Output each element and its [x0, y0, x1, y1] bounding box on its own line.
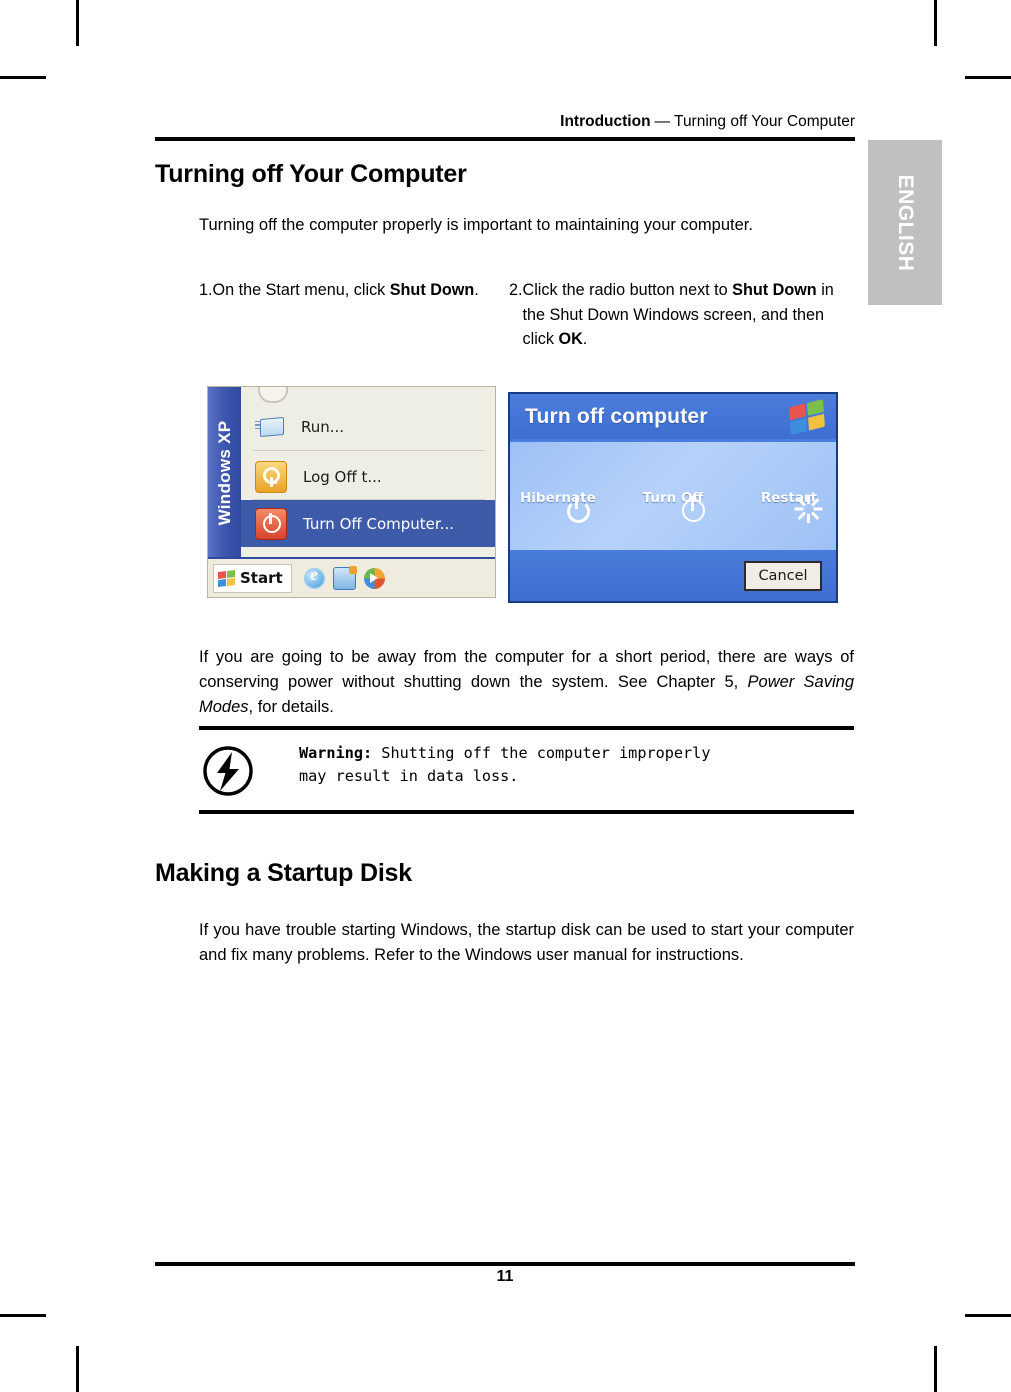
start-menu-brand-sidebar: Windows XP: [208, 387, 241, 559]
language-side-tab: ENGLISH: [868, 140, 942, 305]
restart-option[interactable]: Restart: [752, 490, 826, 523]
running-header: Introduction — Turning off Your Computer: [155, 112, 855, 132]
start-menu-panel: Run... Log Off t... Turn Off Computer...: [241, 387, 495, 559]
crop-mark-top-right-vertical: [934, 0, 937, 46]
start-menu-brand-label: Windows XP: [214, 420, 234, 526]
dialog-options-panel: Hibernate Turn Off Restart: [510, 442, 836, 554]
start-button-label: Start: [240, 569, 283, 587]
turn-off-option[interactable]: Turn Off: [636, 490, 710, 522]
start-menu-item-run-label: Run...: [301, 417, 345, 436]
language-side-tab-label: ENGLISH: [894, 174, 917, 271]
start-menu-item-log-off[interactable]: Log Off t...: [241, 453, 495, 500]
crop-mark-top-left-horizontal: [0, 76, 46, 79]
hibernate-option[interactable]: Hibernate: [520, 490, 596, 523]
warning-callout: Warning: Shutting off the computer impro…: [199, 726, 854, 814]
dialog-title: Turn off computer: [525, 404, 708, 428]
crop-mark-bottom-right-horizontal: [965, 1314, 1011, 1317]
crop-mark-top-left-vertical: [76, 0, 79, 46]
start-menu-partial-row: [241, 387, 495, 403]
step-2-text-before: Click the radio button next to: [522, 281, 733, 299]
partial-item-icon: [258, 387, 288, 403]
step-2-bold-term-2: OK: [558, 330, 583, 348]
warning-bottom-rule: [199, 810, 854, 814]
crop-mark-top-right-horizontal: [965, 76, 1011, 79]
numbered-steps-list: 1. On the Start menu, click Shut Down. 2…: [199, 278, 854, 352]
page-title-startup-disk: Making a Startup Disk: [155, 859, 412, 887]
crop-mark-bottom-right-vertical: [934, 1346, 937, 1392]
start-menu-item-run[interactable]: Run...: [241, 403, 495, 450]
intro-paragraph: Turning off the computer properly is imp…: [199, 216, 753, 234]
warning-line-2: may result in data loss.: [299, 767, 519, 785]
page-number: 11: [496, 1268, 514, 1285]
dialog-footer: Cancel: [510, 550, 836, 601]
header-section-name: Introduction: [560, 113, 651, 130]
power-saving-text-2: , for details.: [248, 698, 334, 716]
crop-mark-bottom-left-vertical: [76, 1346, 79, 1392]
warning-icon-wrapper: [199, 742, 257, 798]
show-desktop-icon[interactable]: [332, 565, 357, 590]
header-topic: Turning off Your Computer: [674, 113, 855, 130]
warning-content: Warning: Shutting off the computer impro…: [199, 730, 854, 810]
step-1-text-after: .: [474, 281, 479, 299]
step-1: 1. On the Start menu, click Shut Down.: [199, 278, 509, 352]
step-1-text: On the Start menu, click Shut Down.: [213, 278, 509, 303]
start-menu-item-turn-off-computer-label: Turn Off Computer...: [303, 514, 454, 533]
figure-start-menu-screenshot: Windows XP Run... Log Off t... Turn Off …: [207, 386, 496, 598]
step-2-number: 2.: [509, 281, 523, 299]
start-button[interactable]: Start: [213, 563, 292, 593]
power-icon: [255, 507, 287, 540]
figure-turn-off-dialog-screenshot: Turn off computer Hibernate Turn Off Res…: [508, 392, 838, 603]
start-menu-item-log-off-label: Log Off t...: [303, 467, 382, 486]
key-icon: [255, 460, 287, 493]
warning-line-1: Shutting off the computer improperly: [372, 744, 711, 762]
document-page: Introduction — Turning off Your Computer E…: [0, 0, 1011, 1392]
step-2: 2. Click the radio button next to Shut D…: [509, 278, 854, 352]
windows-media-player-icon[interactable]: [363, 567, 385, 589]
header-rule: [155, 137, 855, 141]
internet-explorer-icon[interactable]: [303, 565, 325, 589]
run-icon: [255, 412, 285, 442]
warning-text: Warning: Shutting off the computer impro…: [257, 742, 710, 788]
step-1-number: 1.: [199, 281, 213, 299]
start-menu-item-turn-off-computer[interactable]: Turn Off Computer...: [241, 500, 495, 547]
start-menu-separator-1: [253, 450, 485, 451]
cancel-button[interactable]: Cancel: [744, 560, 822, 591]
windows-flag-logo-icon: [789, 398, 825, 435]
page-title-turning-off: Turning off Your Computer: [155, 160, 467, 188]
dialog-title-bar: Turn off computer: [510, 394, 836, 439]
windows-flag-icon: [218, 569, 235, 587]
power-saving-paragraph: If you are going to be away from the com…: [199, 645, 854, 720]
step-2-bold-term: Shut Down: [732, 281, 817, 299]
header-dash: —: [654, 113, 671, 130]
step-1-text-before: On the Start menu, click: [212, 281, 390, 299]
step-2-text-after: .: [582, 330, 588, 348]
taskbar: Start: [208, 557, 495, 597]
step-2-text: Click the radio button next to Shut Down…: [523, 278, 854, 352]
warning-label: Warning:: [299, 744, 373, 762]
quick-launch-bar: [303, 565, 385, 590]
crop-mark-bottom-left-horizontal: [0, 1314, 46, 1317]
footer-rule: [155, 1262, 855, 1266]
lightning-bolt-warning-icon: [203, 746, 253, 796]
step-1-bold-term: Shut Down: [389, 281, 475, 299]
startup-disk-paragraph: If you have trouble starting Windows, th…: [199, 921, 854, 964]
